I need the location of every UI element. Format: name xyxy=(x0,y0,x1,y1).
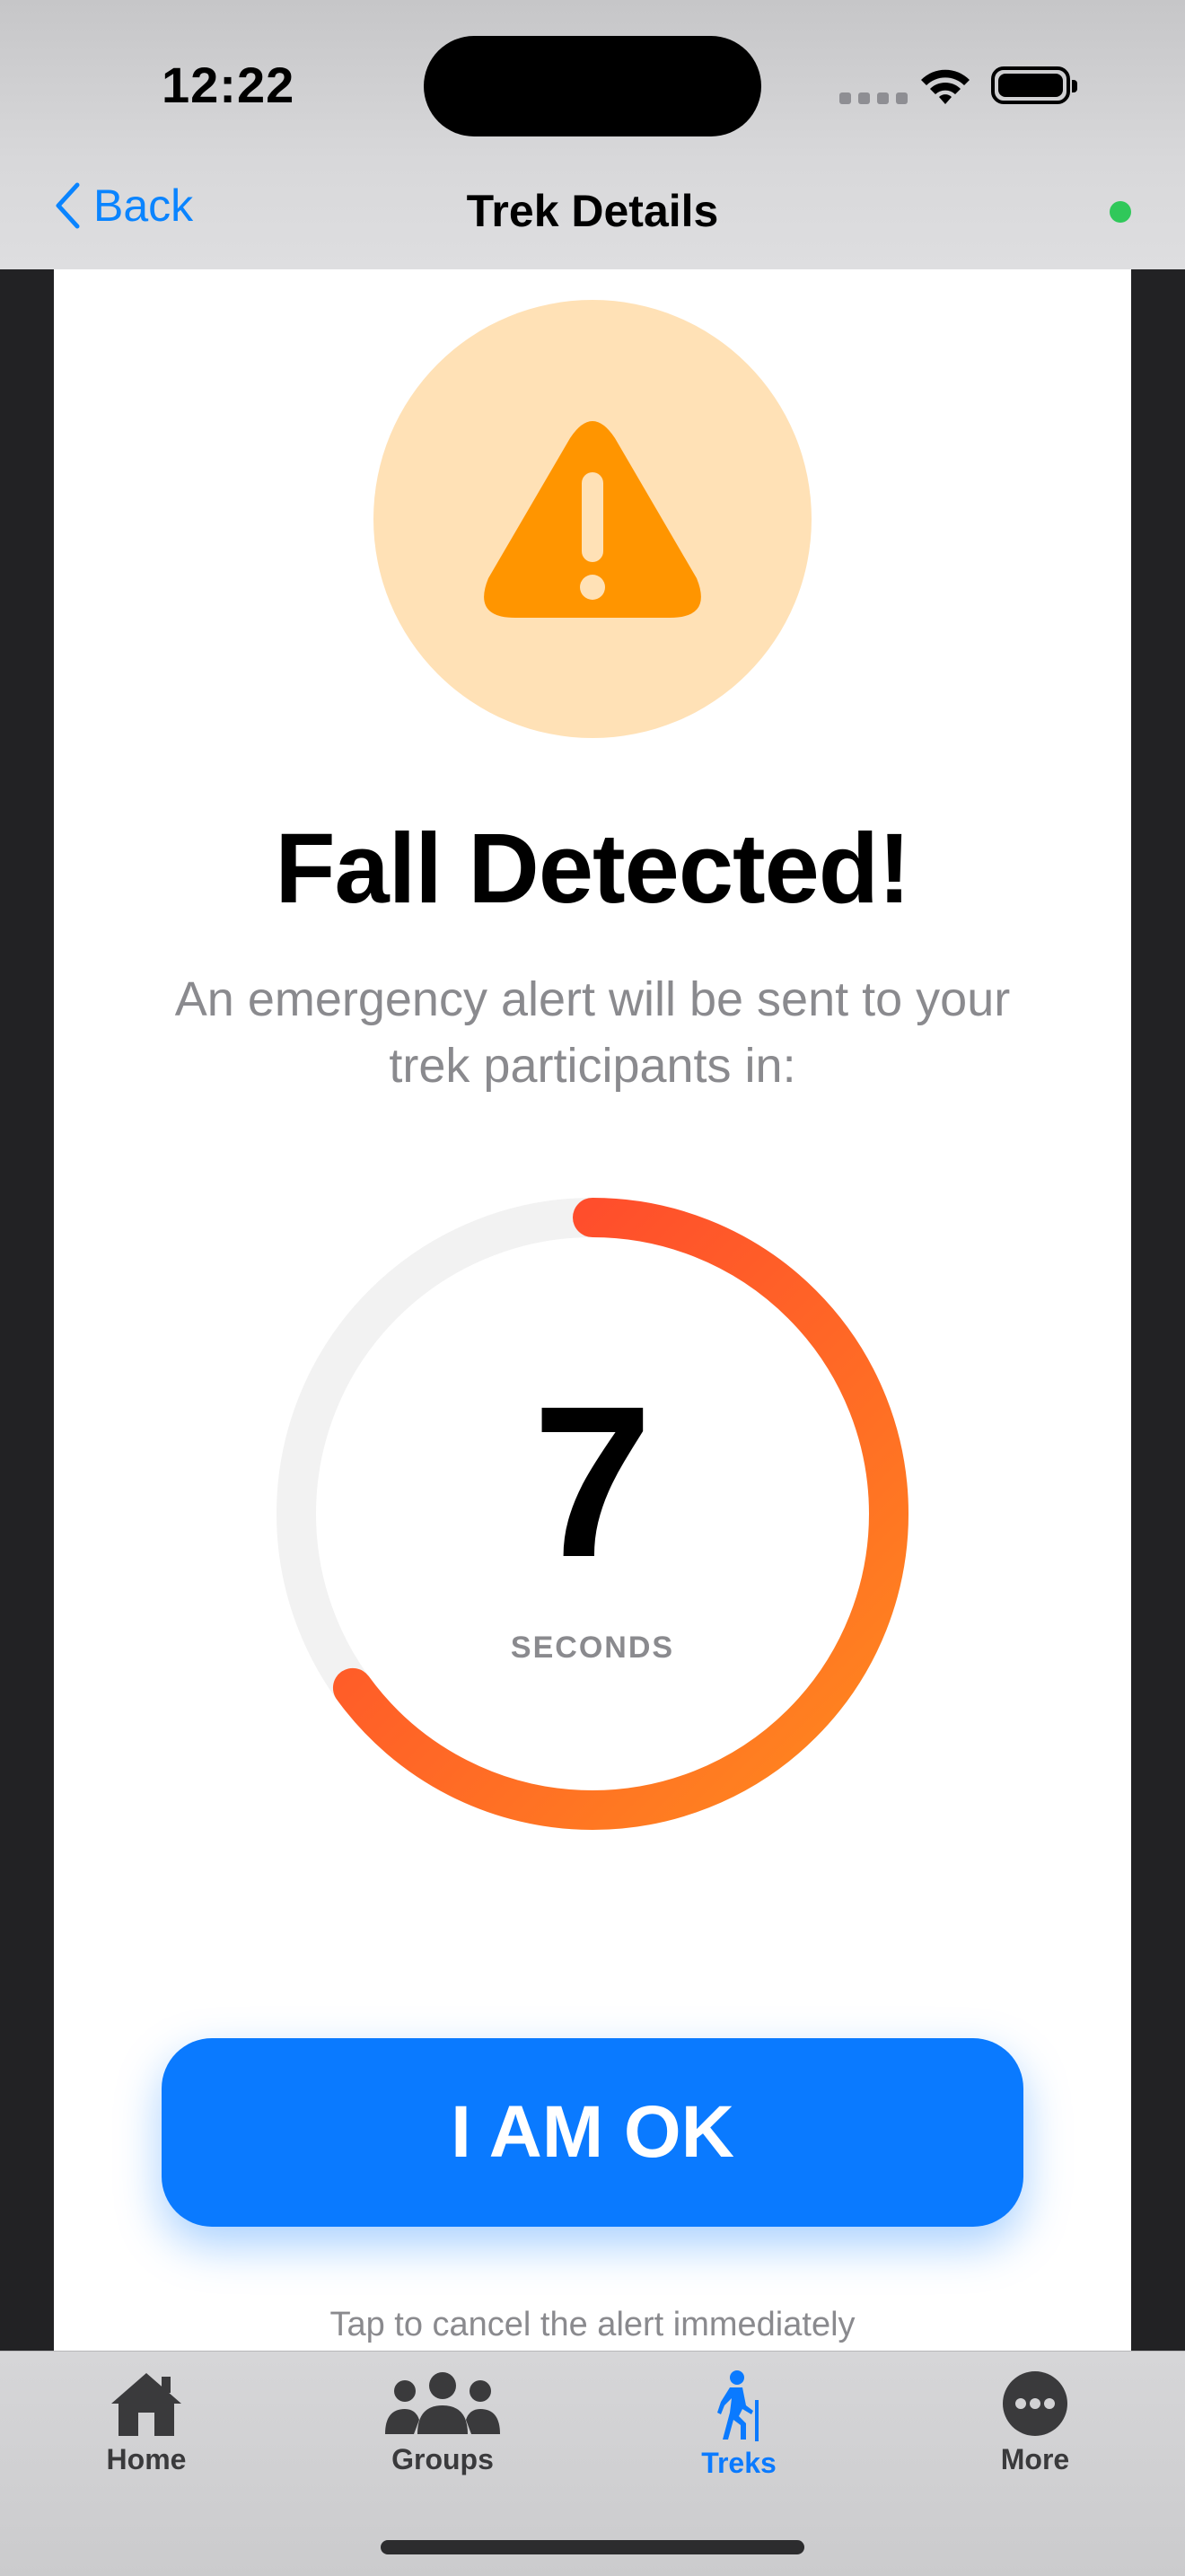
top-bar: 12:22 Back Trek Details xyxy=(0,0,1185,269)
signal-dots-icon xyxy=(839,92,915,109)
tab-home[interactable]: Home xyxy=(57,2369,236,2476)
status-indicator xyxy=(1110,201,1131,223)
hiker-icon xyxy=(717,2370,759,2441)
i-am-ok-button[interactable]: I AM OK xyxy=(162,2038,1023,2227)
countdown-value: 7 xyxy=(532,1361,653,1602)
tab-treks[interactable]: Treks xyxy=(649,2369,829,2480)
home-indicator xyxy=(381,2540,804,2554)
tab-home-label: Home xyxy=(106,2443,187,2475)
warning-badge xyxy=(373,300,812,738)
dynamic-island xyxy=(424,36,761,136)
fall-alert-card: Fall Detected! An emergency alert will b… xyxy=(54,269,1131,2352)
battery-icon xyxy=(991,66,1077,104)
wifi-icon xyxy=(921,69,970,104)
tab-more[interactable]: More xyxy=(945,2369,1125,2476)
alert-title: Fall Detected! xyxy=(275,813,910,924)
tab-groups[interactable]: Groups xyxy=(353,2369,532,2476)
status-time: 12:22 xyxy=(162,57,295,113)
house-icon xyxy=(111,2373,181,2436)
page-title: Trek Details xyxy=(466,186,719,236)
tab-bar: Home Groups Treks More xyxy=(0,2351,1185,2576)
tab-treks-label: Treks xyxy=(701,2447,777,2479)
tab-more-label: More xyxy=(1000,2443,1070,2475)
tab-groups-label: Groups xyxy=(391,2443,494,2475)
warning-triangle-icon xyxy=(484,421,701,618)
countdown-unit: SECONDS xyxy=(510,1631,675,1665)
alert-subtitle: An emergency alert will be sent to your … xyxy=(174,972,1011,1093)
people-icon xyxy=(385,2372,500,2434)
ellipsis-circle-icon xyxy=(1003,2371,1067,2436)
cancel-hint: Tap to cancel the alert immediately xyxy=(329,2306,856,2343)
